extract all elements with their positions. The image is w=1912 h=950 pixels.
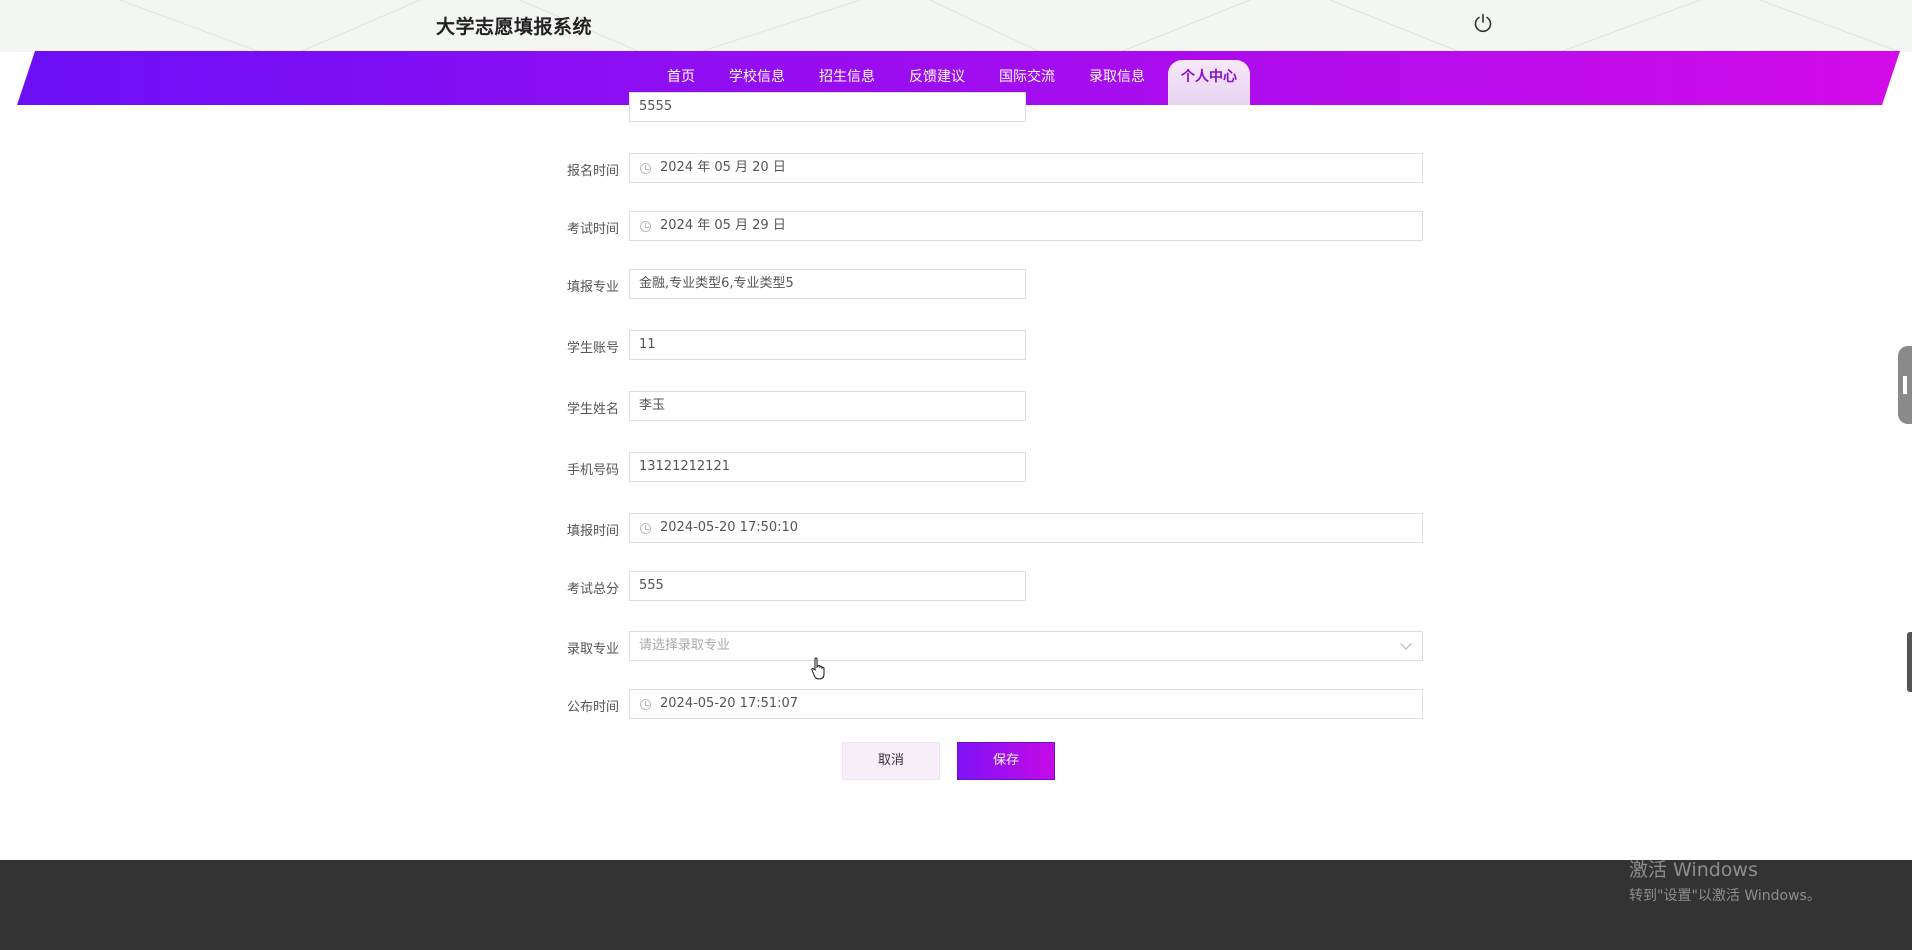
form-row-student-name: 学生姓名 李玉 bbox=[560, 391, 1430, 423]
registration-time-label: 报名时间 bbox=[567, 164, 620, 179]
phone-field[interactable]: 13121212121 bbox=[629, 452, 1026, 482]
top-bar: 大学志愿填报系统 bbox=[0, 0, 1912, 52]
cancel-button[interactable]: 取消 bbox=[842, 742, 940, 780]
footer bbox=[0, 860, 1912, 950]
admitted-major-placeholder: 请选择录取专业 bbox=[639, 638, 731, 653]
power-icon[interactable] bbox=[1472, 12, 1494, 34]
form-row-exam-time: 考试时间 2024 年 05 月 29 日 bbox=[560, 211, 1430, 243]
submit-time-value: 2024-05-20 17:50:10 bbox=[660, 520, 799, 535]
publish-time-field[interactable]: 2024-05-20 17:51:07 bbox=[629, 689, 1423, 719]
form-row-total-score: 考试总分 555 bbox=[560, 571, 1430, 603]
registration-time-field[interactable]: 2024 年 05 月 20 日 bbox=[629, 153, 1423, 183]
student-name-field[interactable]: 李玉 bbox=[629, 391, 1026, 421]
form-row-registration-time: 报名时间 2024 年 05 月 20 日 bbox=[560, 153, 1430, 185]
form-row-phone: 手机号码 13121212121 bbox=[560, 452, 1430, 484]
exam-time-value: 2024 年 05 月 29 日 bbox=[660, 218, 786, 233]
major-label: 填报专业 bbox=[567, 280, 620, 295]
publish-time-value: 2024-05-20 17:51:07 bbox=[660, 696, 799, 711]
exam-time-field[interactable]: 2024 年 05 月 29 日 bbox=[629, 211, 1423, 241]
site-title: 大学志愿填报系统 bbox=[436, 16, 593, 38]
submit-time-field[interactable]: 2024-05-20 17:50:10 bbox=[629, 513, 1423, 543]
total-score-label: 考试总分 bbox=[567, 582, 620, 597]
watermark-subtitle: 转到"设置"以激活 Windows。 bbox=[1629, 888, 1821, 904]
exam-time-label: 考试时间 bbox=[567, 222, 620, 237]
student-name-label: 学生姓名 bbox=[567, 402, 620, 417]
submit-time-label: 填报时间 bbox=[567, 524, 620, 539]
student-account-field[interactable]: 11 bbox=[629, 330, 1026, 360]
major-field[interactable]: 金融,专业类型6,专业类型5 bbox=[629, 269, 1026, 299]
watermark-title: 激活 Windows bbox=[1629, 859, 1758, 881]
clock-icon bbox=[640, 699, 651, 710]
clock-icon bbox=[640, 523, 651, 534]
side-scroll-handle[interactable] bbox=[1907, 632, 1912, 692]
form-row-student-account: 学生账号 11 bbox=[560, 330, 1430, 362]
admitted-major-select[interactable]: 请选择录取专业 bbox=[629, 631, 1423, 661]
tuition-field[interactable]: 5555 bbox=[629, 92, 1026, 122]
save-button[interactable]: 保存 bbox=[957, 742, 1055, 780]
form-row-tuition: 5555 bbox=[560, 92, 1430, 125]
publish-time-label: 公布时间 bbox=[567, 700, 620, 715]
side-drawer-handle[interactable] bbox=[1898, 346, 1912, 424]
form-row-major: 填报专业 金融,专业类型6,专业类型5 bbox=[560, 269, 1430, 301]
student-account-label: 学生账号 bbox=[567, 341, 620, 356]
hand-cursor-icon bbox=[811, 657, 825, 680]
background-pattern bbox=[119, 0, 1901, 52]
admitted-major-label: 录取专业 bbox=[567, 642, 620, 657]
chevron-down-icon bbox=[1400, 638, 1412, 650]
total-score-field[interactable]: 555 bbox=[629, 571, 1026, 601]
form-row-admitted-major: 录取专业 请选择录取专业 bbox=[560, 631, 1430, 663]
form-row-publish-time: 公布时间 2024-05-20 17:51:07 bbox=[560, 689, 1430, 721]
phone-label: 手机号码 bbox=[567, 463, 620, 478]
clock-icon bbox=[640, 221, 651, 232]
clock-icon bbox=[640, 163, 651, 174]
windows-activation-watermark: 激活 Windows 转到"设置"以激活 Windows。 bbox=[1629, 855, 1821, 905]
form-row-submit-time: 填报时间 2024-05-20 17:50:10 bbox=[560, 513, 1430, 545]
registration-time-value: 2024 年 05 月 20 日 bbox=[660, 160, 786, 175]
